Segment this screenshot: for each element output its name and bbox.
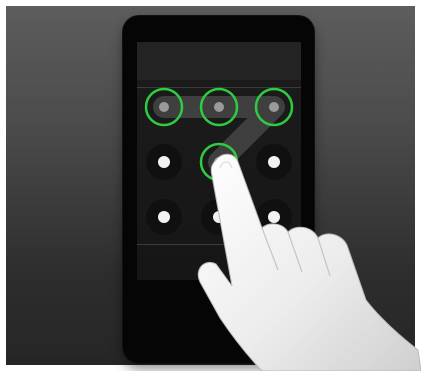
hand-shape [197, 153, 421, 371]
pointing-hand-icon [197, 153, 421, 371]
illustration-scene [0, 0, 421, 371]
